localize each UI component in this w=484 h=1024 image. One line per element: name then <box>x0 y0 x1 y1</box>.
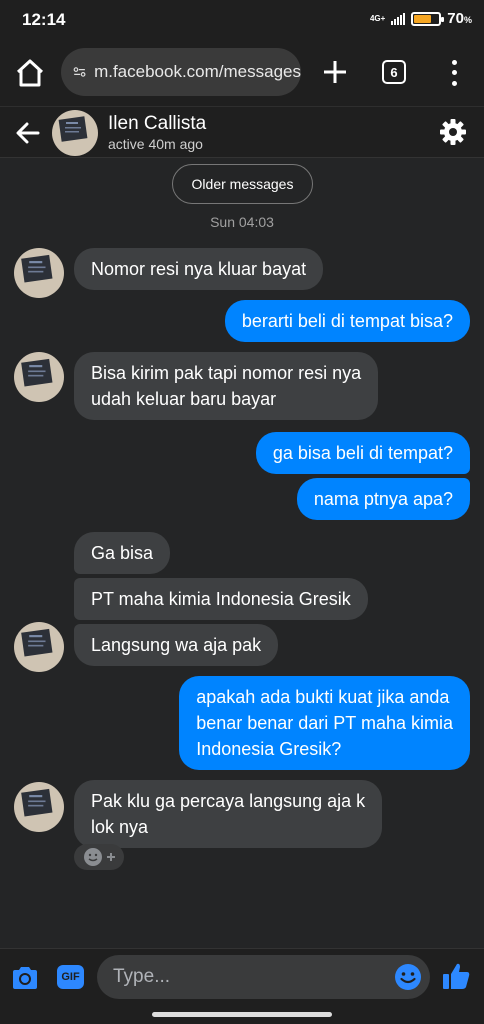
battery-unit: % <box>463 15 472 25</box>
contact-status: active 40m ago <box>108 136 203 152</box>
message-bubble[interactable]: Bisa kirim pak tapi nomor resi nya udah … <box>74 352 379 420</box>
tab-count: 6 <box>390 64 398 80</box>
message-text: lok nya <box>91 817 149 837</box>
message-text: Indonesia Gresik? <box>196 739 342 759</box>
tabs-icon[interactable]: 6 <box>382 60 406 84</box>
camera-icon[interactable] <box>10 963 40 993</box>
avatar[interactable] <box>14 782 64 832</box>
site-info-icon[interactable] <box>73 61 86 83</box>
browser-toolbar: m.facebook.com/messages 6 <box>0 40 484 106</box>
message-bubble[interactable]: PT maha kimia Indonesia Gresik <box>74 578 368 620</box>
message-text: udah keluar baru bayar <box>91 389 277 409</box>
add-reaction-button[interactable] <box>74 844 124 870</box>
message-bubble[interactable]: nama ptnya apa? <box>296 478 470 520</box>
plus-icon[interactable] <box>320 57 350 87</box>
home-icon[interactable] <box>14 57 46 89</box>
avatar[interactable] <box>14 352 64 402</box>
message-timestamp: Sun 04:03 <box>210 214 274 230</box>
battery-icon <box>411 11 445 26</box>
message-text: Nomor resi nya kluar bayat <box>91 259 307 279</box>
message-text: PT maha kimia Indonesia Gresik <box>91 589 351 609</box>
status-bar: 12:14 4G+ 70% <box>0 0 484 40</box>
message-text: benar benar dari PT maha kimia <box>196 713 453 733</box>
avatar[interactable] <box>52 110 98 156</box>
message-text: ga bisa beli di tempat? <box>272 443 453 463</box>
react-icon <box>83 848 102 866</box>
status-time: 12:14 <box>22 10 66 29</box>
gif-button[interactable]: GIF <box>57 965 84 989</box>
message-bubble[interactable]: Ga bisa <box>74 532 171 574</box>
message-text: nama ptnya apa? <box>313 489 453 509</box>
emoji-icon[interactable] <box>393 962 423 992</box>
message-text: apakah ada bukti kuat jika anda <box>196 687 450 707</box>
message-bubble[interactable]: apakah ada bukti kuat jika anda benar be… <box>179 676 470 770</box>
signal-icon <box>391 12 406 25</box>
message-text: berarti beli di tempat bisa? <box>241 311 453 331</box>
back-arrow-icon[interactable] <box>14 119 42 147</box>
avatar[interactable] <box>14 622 64 672</box>
message-list: Older messages Sun 04:03 Nomor resi nya … <box>0 158 484 948</box>
chat-header: Ilen Callista active 40m ago <box>0 106 484 158</box>
message-text: Ga bisa <box>91 543 154 563</box>
like-icon[interactable] <box>440 960 472 992</box>
status-indicators: 4G+ 70% <box>370 10 472 27</box>
message-text: Pak klu ga percaya langsung aja k <box>91 791 366 811</box>
older-messages-button[interactable]: Older messages <box>172 164 313 204</box>
message-bubble[interactable]: Nomor resi nya kluar bayat <box>74 248 324 290</box>
message-bubble[interactable]: Langsung wa aja pak <box>74 624 279 666</box>
gear-icon[interactable] <box>438 117 468 147</box>
url-text: m.facebook.com/messages <box>94 62 301 81</box>
message-text: Bisa kirim pak tapi nomor resi nya <box>91 363 362 383</box>
battery-percent: 70 <box>447 10 464 27</box>
home-indicator <box>152 1012 332 1017</box>
plus-icon <box>106 853 115 861</box>
address-bar[interactable]: m.facebook.com/messages <box>61 48 301 96</box>
menu-icon[interactable] <box>444 57 464 89</box>
message-bubble[interactable]: berarti beli di tempat bisa? <box>224 300 470 342</box>
message-bubble[interactable]: ga bisa beli di tempat? <box>255 432 470 474</box>
avatar[interactable] <box>14 248 64 298</box>
contact-name[interactable]: Ilen Callista <box>108 113 206 135</box>
message-text: Langsung wa aja pak <box>91 635 262 655</box>
message-bubble[interactable]: Pak klu ga percaya langsung aja k lok ny… <box>74 780 383 848</box>
message-input[interactable] <box>97 955 430 999</box>
network-type: 4G+ <box>369 13 386 23</box>
